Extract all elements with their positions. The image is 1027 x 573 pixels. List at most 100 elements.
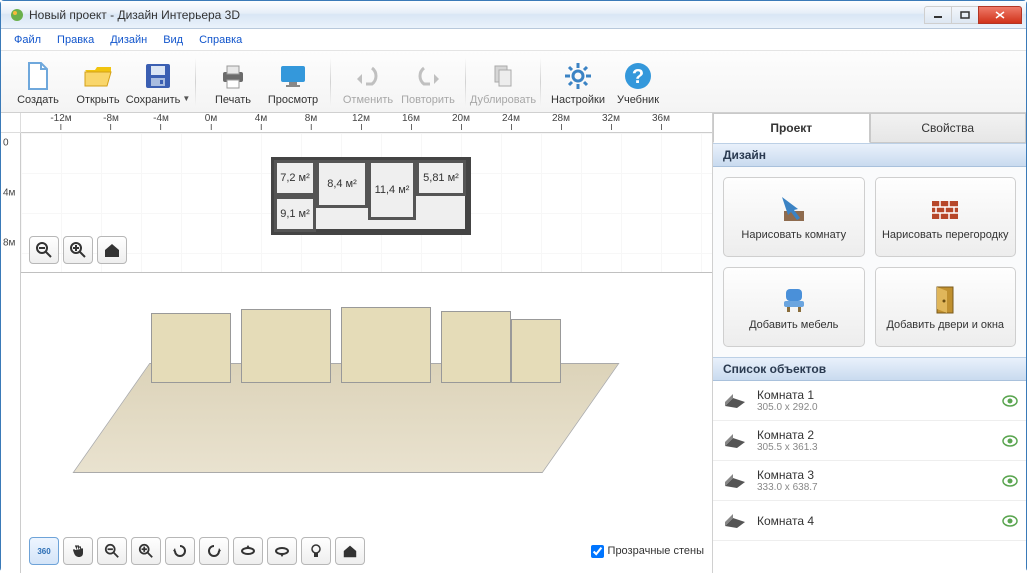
- draw-room-icon: [778, 193, 810, 225]
- object-list[interactable]: Комната 1 305.0 x 292.0 Комната 2 305.5 …: [713, 381, 1026, 573]
- menu-view[interactable]: Вид: [156, 31, 190, 49]
- menu-help[interactable]: Справка: [192, 31, 249, 49]
- redo-button[interactable]: Повторить: [399, 56, 457, 108]
- gear-icon: [562, 60, 594, 92]
- room-thumb-icon: [721, 430, 749, 452]
- menu-file[interactable]: Файл: [7, 31, 48, 49]
- room-label: 11,4 м²: [368, 160, 416, 220]
- titlebar: Новый проект - Дизайн Интерьера 3D: [1, 1, 1026, 29]
- transparent-walls-checkbox[interactable]: Прозрачные стены: [591, 545, 704, 558]
- design-buttons: Нарисовать комнату Нарисовать перегородк…: [713, 167, 1026, 357]
- draw-room-button[interactable]: Нарисовать комнату: [723, 177, 865, 257]
- open-button[interactable]: Открыть: [69, 56, 127, 108]
- preview-button[interactable]: Просмотр: [264, 56, 322, 108]
- mock-3d-scene: [111, 303, 581, 483]
- separator: [540, 58, 541, 106]
- section-design-header: Дизайн: [713, 143, 1026, 167]
- object-name: Комната 2: [757, 428, 994, 442]
- visibility-icon[interactable]: [1002, 475, 1018, 487]
- create-button[interactable]: Создать: [9, 56, 67, 108]
- pan-button[interactable]: [63, 537, 93, 565]
- new-file-icon: [22, 60, 54, 92]
- brick-wall-icon: [929, 193, 961, 225]
- room-thumb-icon: [721, 510, 749, 532]
- add-furniture-button[interactable]: Добавить мебель: [723, 267, 865, 347]
- rotate-360-button[interactable]: 360: [29, 537, 59, 565]
- minimize-button[interactable]: [924, 6, 952, 24]
- save-icon: [142, 60, 174, 92]
- zoom-out-3d-button[interactable]: [97, 537, 127, 565]
- separator: [465, 58, 466, 106]
- object-row[interactable]: Комната 1 305.0 x 292.0: [713, 381, 1026, 421]
- app-icon: [9, 7, 25, 23]
- separator: [195, 58, 196, 106]
- save-button[interactable]: Сохранить ▼: [129, 56, 187, 108]
- visibility-icon[interactable]: [1002, 435, 1018, 447]
- menu-edit[interactable]: Правка: [50, 31, 101, 49]
- tab-project[interactable]: Проект: [713, 113, 870, 143]
- menu-design[interactable]: Дизайн: [103, 31, 154, 49]
- chevron-down-icon: ▼: [182, 94, 190, 103]
- object-name: Комната 1: [757, 388, 994, 402]
- door-icon: [929, 283, 961, 315]
- visibility-icon[interactable]: [1002, 395, 1018, 407]
- toolbar: Создать Открыть Сохранить ▼ Печать Просм…: [1, 51, 1026, 113]
- redo-icon: [412, 60, 444, 92]
- monitor-icon: [277, 60, 309, 92]
- close-button[interactable]: [978, 6, 1022, 24]
- menubar: Файл Правка Дизайн Вид Справка: [1, 29, 1026, 51]
- chair-icon: [778, 283, 810, 315]
- plan-2d-view[interactable]: 7,2 м² 8,4 м² 11,4 м² 5,81 м² 9,1 м²: [21, 133, 712, 273]
- separator: [330, 58, 331, 106]
- object-row[interactable]: Комната 2 305.5 x 361.3: [713, 421, 1026, 461]
- duplicate-button[interactable]: Дублировать: [474, 56, 532, 108]
- undo-button[interactable]: Отменить: [339, 56, 397, 108]
- ruler-horizontal: -12м -8м -4м 0м 4м 8м 12м 16м 20м 24м 28…: [21, 113, 712, 133]
- plan-2d-toolbar: [29, 236, 127, 264]
- window-title: Новый проект - Дизайн Интерьера 3D: [29, 8, 925, 22]
- floorplan[interactable]: 7,2 м² 8,4 м² 11,4 м² 5,81 м² 9,1 м²: [271, 157, 471, 235]
- object-dims: 333.0 x 638.7: [757, 482, 994, 493]
- draw-partition-button[interactable]: Нарисовать перегородку: [875, 177, 1017, 257]
- view-3d[interactable]: 360 Прозрачные стены: [21, 273, 712, 573]
- svg-text:?: ?: [632, 66, 644, 88]
- tilt-up-button[interactable]: [233, 537, 263, 565]
- add-doors-windows-button[interactable]: Добавить двери и окна: [875, 267, 1017, 347]
- section-objects-header: Список объектов: [713, 357, 1026, 381]
- object-name: Комната 4: [757, 514, 994, 528]
- light-button[interactable]: [301, 537, 331, 565]
- rotate-left-button[interactable]: [165, 537, 195, 565]
- zoom-out-button[interactable]: [29, 236, 59, 264]
- help-icon: ?: [622, 60, 654, 92]
- home-3d-button[interactable]: [335, 537, 365, 565]
- room-label: 9,1 м²: [274, 196, 316, 232]
- home-button[interactable]: [97, 236, 127, 264]
- tutorial-button[interactable]: ? Учебник: [609, 56, 667, 108]
- side-panel: Проект Свойства Дизайн Нарисовать комнат…: [712, 113, 1026, 573]
- printer-icon: [217, 60, 249, 92]
- object-dims: 305.0 x 292.0: [757, 402, 994, 413]
- duplicate-icon: [487, 60, 519, 92]
- ruler-vertical: 0 4м 8м: [1, 133, 21, 573]
- folder-open-icon: [82, 60, 114, 92]
- zoom-in-button[interactable]: [63, 236, 93, 264]
- view-3d-toolbar: 360 Прозрачные стены: [29, 537, 704, 565]
- object-dims: 305.5 x 361.3: [757, 442, 994, 453]
- transparent-walls-input[interactable]: [591, 545, 604, 558]
- undo-icon: [352, 60, 384, 92]
- settings-button[interactable]: Настройки: [549, 56, 607, 108]
- ruler-corner: [1, 113, 21, 133]
- object-name: Комната 3: [757, 468, 994, 482]
- tilt-down-button[interactable]: [267, 537, 297, 565]
- rotate-right-button[interactable]: [199, 537, 229, 565]
- room-label: 7,2 м²: [274, 160, 316, 196]
- zoom-in-3d-button[interactable]: [131, 537, 161, 565]
- maximize-button[interactable]: [951, 6, 979, 24]
- visibility-icon[interactable]: [1002, 515, 1018, 527]
- print-button[interactable]: Печать: [204, 56, 262, 108]
- object-row[interactable]: Комната 4: [713, 501, 1026, 541]
- tab-properties[interactable]: Свойства: [870, 113, 1027, 143]
- object-row[interactable]: Комната 3 333.0 x 638.7: [713, 461, 1026, 501]
- room-label: 8,4 м²: [316, 160, 368, 208]
- room-label: 5,81 м²: [416, 160, 466, 196]
